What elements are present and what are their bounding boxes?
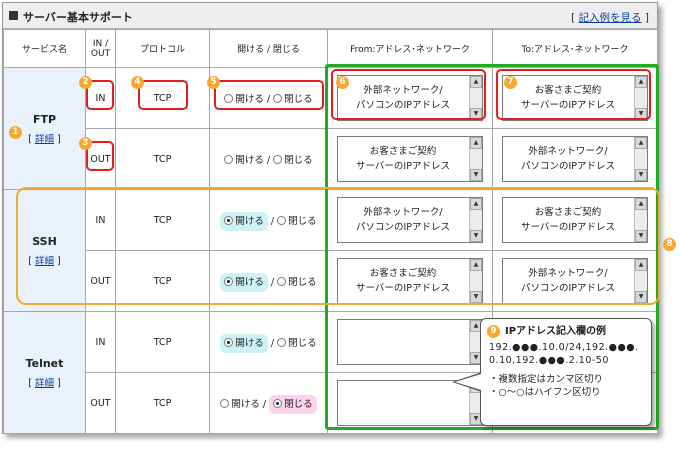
view-example-link[interactable]: 記入例を見る [579,12,642,24]
close-option[interactable]: 閉じる [273,155,313,166]
help-link-group: [ 記入例を見る ] [571,12,649,24]
radio-button-icon[interactable] [220,399,230,408]
protocol-highlight [138,80,188,110]
callout-title: IPアドレス記入欄の例 [505,326,607,337]
marker-8: 8 [663,238,676,251]
protocol-cell: TCP [115,311,210,373]
open-option[interactable]: 開ける [224,155,264,166]
callout-note-comma: ・複数指定はカンマ区切り [489,374,604,385]
callout-example: 192.●●●.10.0/24,192.●●●.0.10,192.●●●.2.1… [489,342,639,366]
radio-button-icon[interactable] [277,338,287,347]
open-option[interactable]: 開ける [220,399,260,410]
panel-header: サーバー基本サポート [ 記入例を見る ] [3,3,657,29]
openclose-cell: 開ける / 閉じる [209,128,328,190]
radio-button-icon[interactable] [224,338,234,347]
col-service: サービス名 [3,29,86,68]
protocol-cell: TCP [115,128,210,190]
openclose-cell: 開ける / 閉じる [209,372,328,434]
close-option[interactable]: 閉じる [269,395,317,414]
callout-note-hyphen: ・○～○はハイフン区切り [489,387,601,398]
open-option[interactable]: 開ける [220,334,268,353]
header-row: サービス名 IN / OUT プロトコル 開ける / 閉じる From:アドレス… [3,29,658,68]
marker-1: 1 [9,126,22,139]
marker-7: 7 [504,76,517,89]
square-bullet-icon [9,11,18,20]
callout-pointer-inner [455,374,481,390]
marker-2: 2 [79,76,92,89]
to-address-highlight [496,69,651,120]
marker-3: 3 [79,137,92,150]
ssh-rows-highlight [16,187,660,305]
marker-9: 9 [487,325,500,338]
radio-button-icon[interactable] [273,155,283,164]
direction-cell: OUT [85,372,116,434]
radio-button-icon[interactable] [224,155,234,164]
detail-link-telnet[interactable]: 詳細 [35,378,54,389]
service-name: FTP [32,112,57,126]
from-address-highlight [331,69,486,120]
openclose-highlight [214,80,324,110]
col-to: To:アドレス･ネットワーク [492,29,658,68]
direction-cell: IN [85,311,116,373]
panel-title: サーバー基本サポート [23,11,133,24]
marker-5: 5 [207,76,220,89]
col-from: From:アドレス･ネットワーク [327,29,493,68]
marker-4: 4 [131,76,144,89]
protocol-cell: TCP [115,372,210,434]
marker-6: 6 [336,76,349,89]
detail-link-ftp[interactable]: 詳細 [35,134,54,145]
col-openclose: 開ける / 閉じる [209,29,328,68]
col-inout: IN / OUT [85,29,116,68]
close-option[interactable]: 閉じる [277,338,317,349]
service-name: Telnet [25,356,64,370]
service-cell-telnet: Telnet [ 詳細 ] [3,311,86,434]
ip-example-callout: 9 IPアドレス記入欄の例 192.●●●.10.0/24,192.●●●.0.… [480,318,652,426]
radio-button-icon[interactable] [273,399,283,408]
openclose-cell: 開ける / 閉じる [209,311,328,373]
col-protocol: プロトコル [115,29,210,68]
